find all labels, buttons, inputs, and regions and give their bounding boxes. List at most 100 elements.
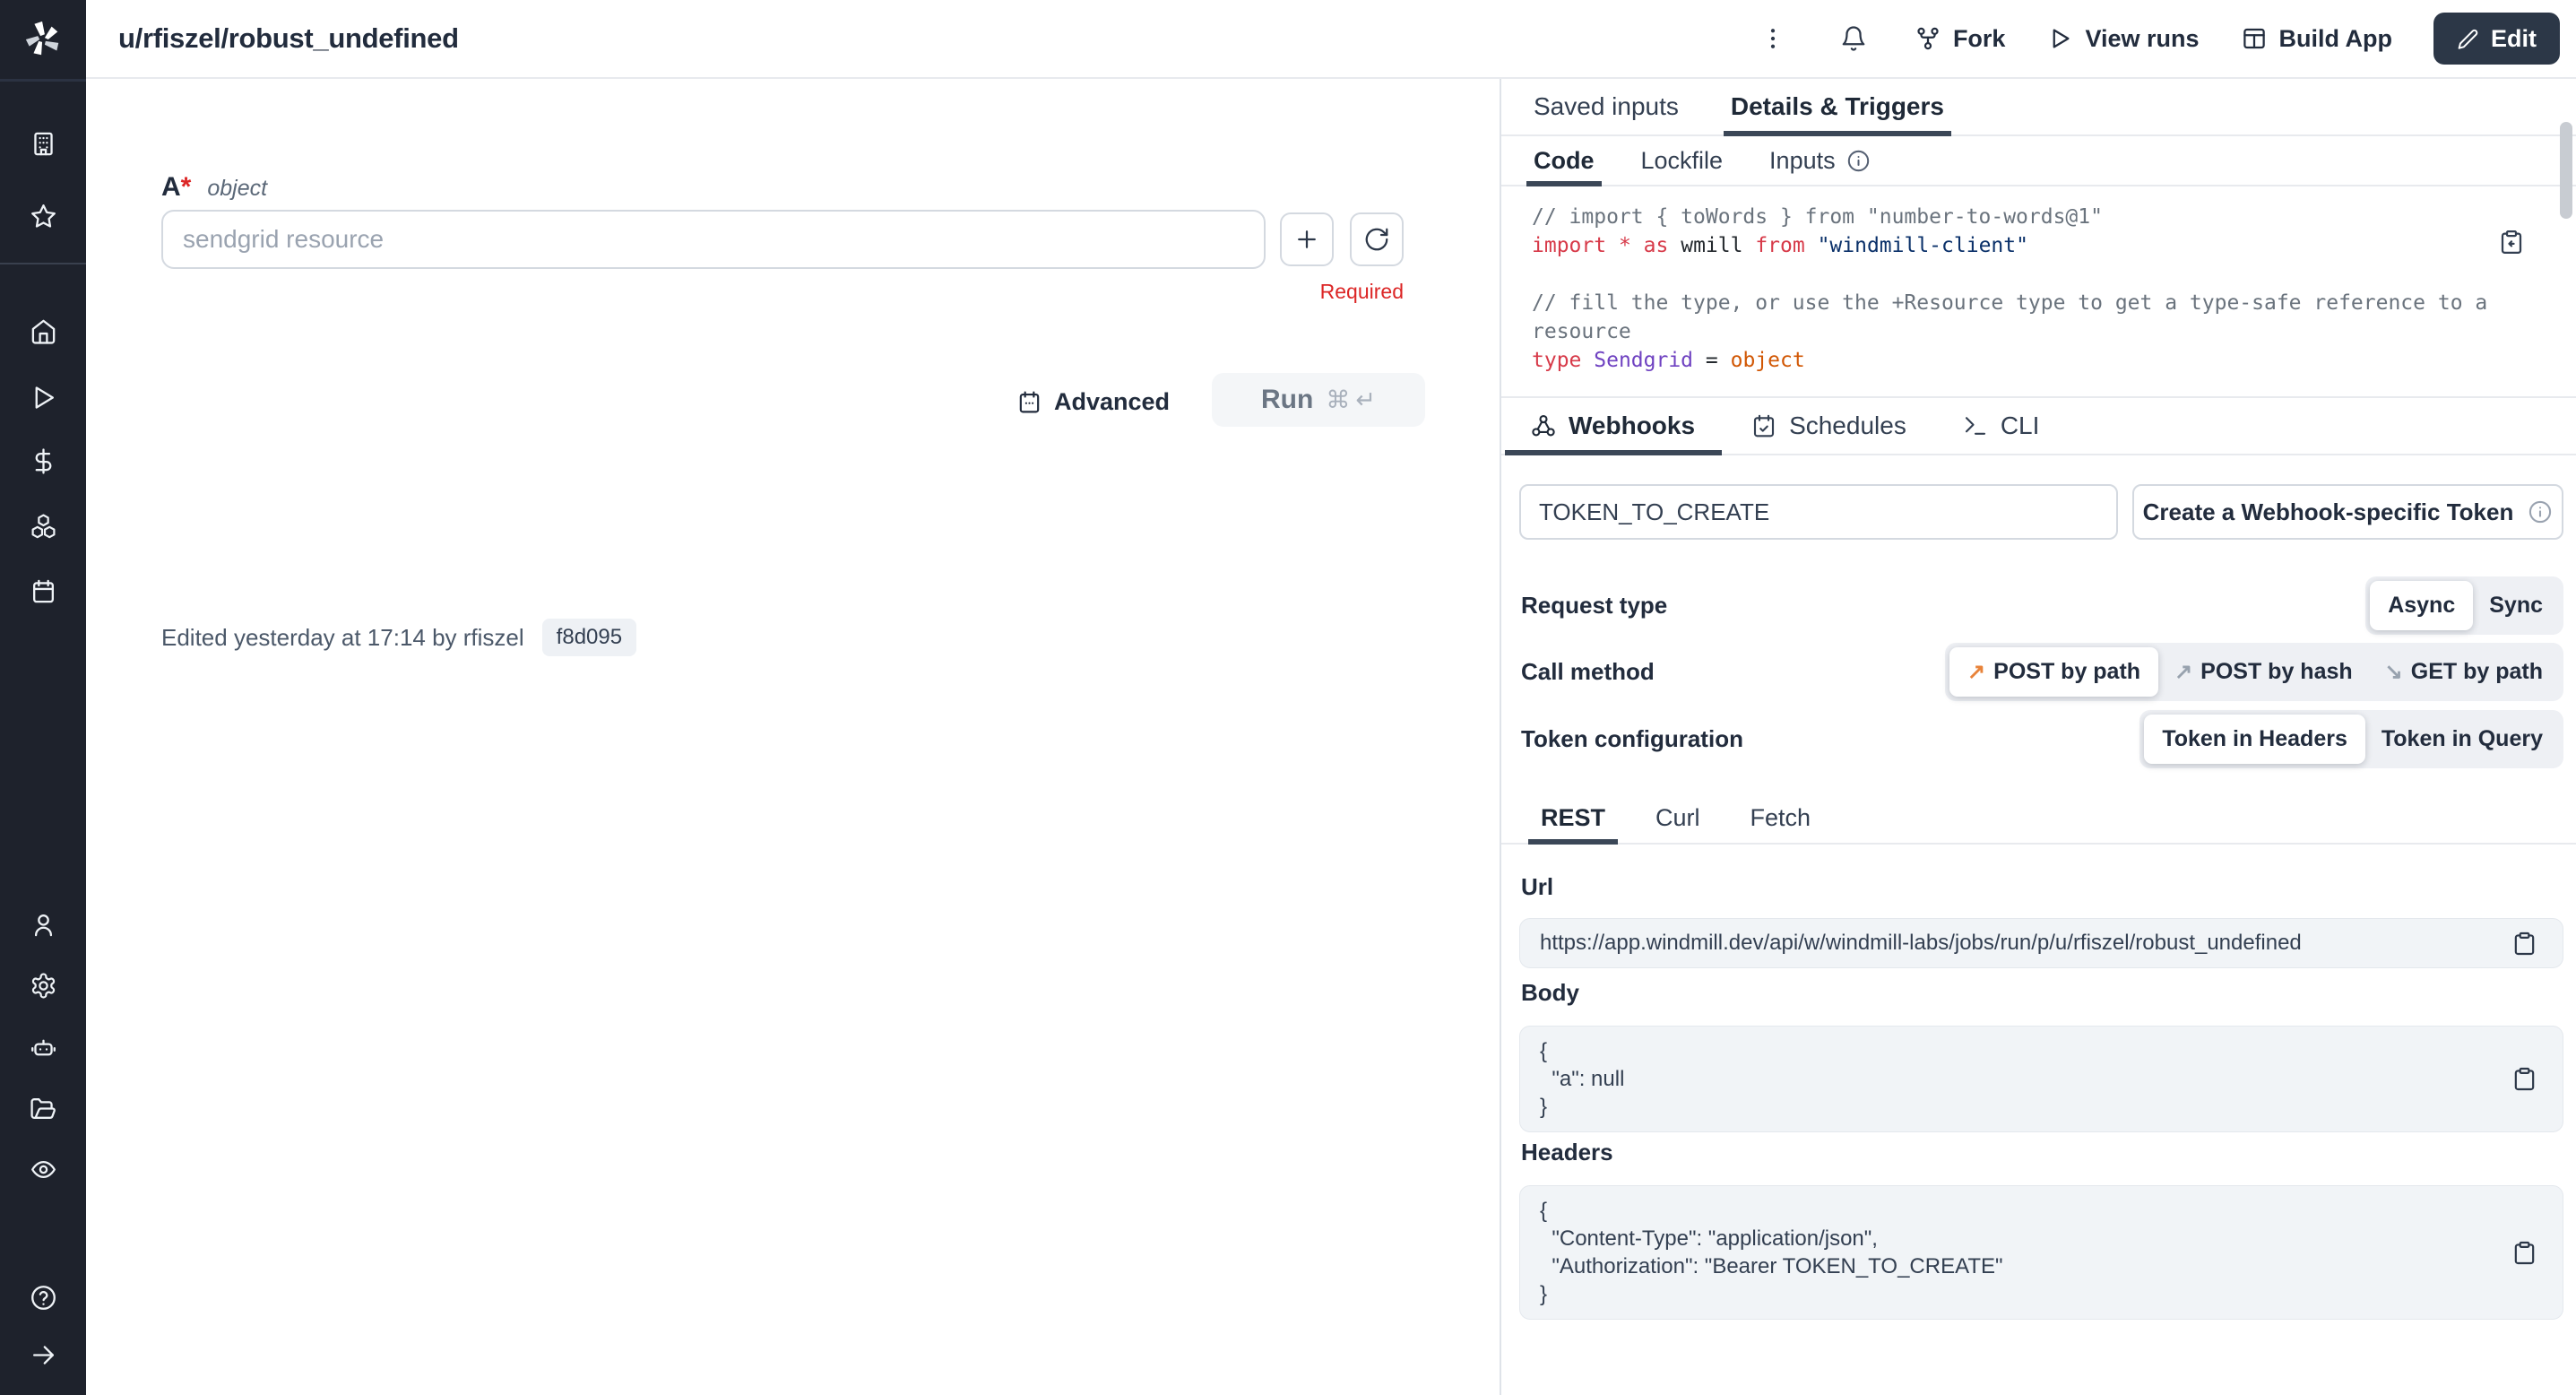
copy-body-button[interactable]	[2507, 1062, 2541, 1096]
notifications-button[interactable]	[1834, 19, 1873, 58]
fork-button[interactable]: Fork	[1915, 25, 2006, 53]
view-runs-button[interactable]: View runs	[2046, 25, 2199, 53]
user-icon	[30, 911, 57, 939]
edit-button[interactable]: Edit	[2433, 13, 2560, 65]
tab-rest[interactable]: REST	[1541, 793, 1605, 843]
play-outline-icon	[2046, 25, 2073, 52]
view-runs-button-label: View runs	[2085, 25, 2199, 53]
clipboard-icon	[2511, 1240, 2537, 1266]
clipboard-icon	[2511, 1066, 2537, 1092]
body-section-label: Body	[1521, 979, 1579, 1007]
pencil-icon	[2457, 28, 2479, 50]
panel-tabs: Saved inputs Details & Triggers	[1501, 79, 2576, 136]
sidebar-header-divider	[0, 79, 86, 82]
subtab-inputs[interactable]: Inputs	[1769, 136, 1871, 185]
home-icon	[30, 317, 57, 345]
tab-webhooks-label: Webhooks	[1569, 412, 1695, 440]
call-method-option-post-by-hash[interactable]: ↗ POST by hash	[2158, 649, 2369, 695]
tab-cli-label: CLI	[2001, 412, 2040, 440]
folder-open-icon	[30, 1095, 57, 1122]
tab-saved-inputs[interactable]: Saved inputs	[1534, 79, 1679, 134]
copy-headers-button[interactable]	[2507, 1235, 2541, 1269]
request-type-option-sync[interactable]: Sync	[2473, 583, 2559, 628]
sidebar	[0, 0, 86, 1395]
more-menu-button[interactable]	[1753, 19, 1793, 58]
info-icon	[2528, 499, 2553, 524]
sidebar-divider	[0, 263, 86, 264]
tab-rest-label: REST	[1541, 804, 1605, 832]
add-resource-button[interactable]	[1280, 212, 1334, 266]
tab-fetch-label: Fetch	[1750, 804, 1811, 832]
webhook-headers-content: { "Content-Type": "application/json", "A…	[1540, 1197, 2482, 1308]
sidebar-collapse-toggle[interactable]	[22, 1334, 64, 1375]
webhook-headers-box[interactable]: { "Content-Type": "application/json", "A…	[1519, 1185, 2563, 1320]
fork-button-label: Fork	[1953, 25, 2006, 53]
webhook-token-row: Create a Webhook-specific Token	[1519, 484, 2563, 542]
star-icon	[30, 203, 57, 230]
help-circle-icon	[30, 1284, 57, 1312]
run-form-panel: A* object Required Advanced Run ⌘ ↵	[86, 79, 1500, 1395]
required-validation-message: Required	[1197, 280, 1404, 304]
code-viewer[interactable]: // import { toWords } from "number-to-wo…	[1501, 186, 2576, 398]
build-app-button[interactable]: Build App	[2241, 25, 2392, 53]
windmill-logo[interactable]	[22, 18, 65, 61]
build-app-button-label: Build App	[2279, 25, 2392, 53]
copy-url-button[interactable]	[2507, 926, 2541, 960]
resource-input[interactable]	[161, 210, 1266, 269]
tab-curl-label: Curl	[1655, 804, 1700, 832]
request-type-option-async[interactable]: Async	[2370, 581, 2473, 630]
sidebar-item-workspace[interactable]	[22, 123, 64, 164]
sidebar-item-schedules[interactable]	[22, 570, 64, 611]
create-webhook-token-label: Create a Webhook-specific Token	[2143, 498, 2514, 526]
token-config-option-headers[interactable]: Token in Headers	[2144, 715, 2365, 764]
create-webhook-token-button[interactable]: Create a Webhook-specific Token	[2132, 484, 2563, 540]
tab-webhooks[interactable]: Webhooks	[1526, 398, 1699, 454]
sidebar-item-audit-logs[interactable]	[22, 1148, 64, 1190]
copy-code-button[interactable]	[2494, 224, 2529, 260]
subtab-lockfile-label: Lockfile	[1641, 147, 1724, 175]
sidebar-item-variables[interactable]	[22, 440, 64, 481]
required-asterisk: *	[181, 172, 192, 203]
panel-scrollbar[interactable]	[2560, 122, 2572, 219]
request-type-toggle: Async Sync	[2365, 576, 2563, 635]
run-button[interactable]: Run ⌘ ↵	[1212, 373, 1425, 427]
sidebar-item-help[interactable]	[22, 1277, 64, 1318]
tab-schedules[interactable]: Schedules	[1747, 398, 1910, 454]
windmill-logo-icon	[22, 19, 64, 60]
sidebar-item-runs[interactable]	[22, 377, 64, 418]
subtab-code[interactable]: Code	[1534, 136, 1595, 185]
arrow-up-right-icon: ↗	[1967, 659, 1985, 685]
run-button-label: Run	[1261, 385, 1313, 415]
advanced-button[interactable]: Advanced	[1016, 377, 1170, 427]
sidebar-item-settings[interactable]	[22, 965, 64, 1006]
sidebar-item-users[interactable]	[22, 904, 64, 945]
info-icon	[1846, 149, 1871, 173]
tab-curl[interactable]: Curl	[1655, 793, 1700, 843]
code-subtabs: Code Lockfile Inputs	[1501, 136, 2576, 186]
argument-label-row: A* object	[161, 172, 267, 203]
subtab-lockfile[interactable]: Lockfile	[1641, 136, 1724, 185]
active-snippet-tab-underline	[1528, 839, 1618, 845]
webhook-body-box[interactable]: { "a": null}	[1519, 1026, 2563, 1132]
tab-fetch[interactable]: Fetch	[1750, 793, 1811, 843]
request-type-label: Request type	[1521, 592, 1667, 620]
webhook-url-box[interactable]: https://app.windmill.dev/api/w/windmill-…	[1519, 918, 2563, 968]
sidebar-item-folders[interactable]	[22, 1087, 64, 1129]
sidebar-item-home[interactable]	[22, 310, 64, 351]
sidebar-item-workers[interactable]	[22, 1027, 64, 1068]
tab-cli[interactable]: CLI	[1958, 398, 2044, 454]
token-config-option-query[interactable]: Token in Query	[2365, 716, 2559, 762]
calendar-icon	[30, 577, 57, 605]
sidebar-item-favorites[interactable]	[22, 195, 64, 237]
call-method-option-post-by-path[interactable]: ↗ POST by path	[1949, 647, 2158, 697]
tab-details-triggers[interactable]: Details & Triggers	[1731, 79, 1944, 134]
token-input[interactable]	[1519, 484, 2118, 540]
bot-icon	[30, 1034, 57, 1061]
webhook-url-value: https://app.windmill.dev/api/w/windmill-…	[1540, 931, 2302, 956]
version-hash-badge[interactable]: f8d095	[542, 619, 636, 656]
refresh-resource-button[interactable]	[1350, 212, 1404, 266]
call-method-option-get-by-path[interactable]: ↘ GET by path	[2369, 649, 2559, 695]
option-label: Sync	[2489, 593, 2543, 619]
request-type-row: Request type Async Sync	[1521, 575, 2563, 636]
sidebar-item-resources[interactable]	[22, 505, 64, 546]
